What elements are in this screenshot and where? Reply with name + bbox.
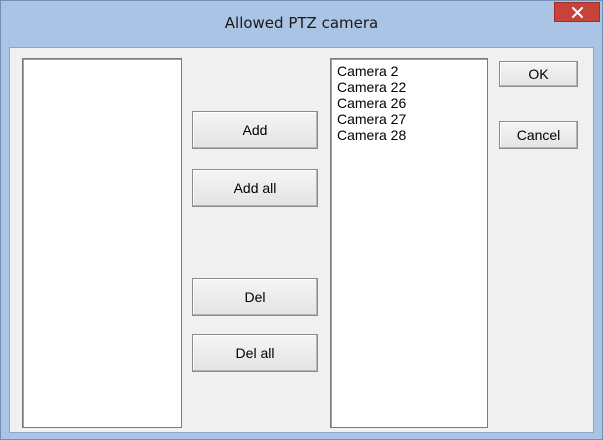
list-item[interactable]: Camera 22 — [337, 79, 487, 95]
add-all-button-label: Add all — [233, 180, 277, 196]
add-all-button[interactable]: Add all — [192, 169, 318, 207]
close-button[interactable] — [554, 2, 600, 22]
ok-button[interactable]: OK — [499, 61, 578, 87]
list-item[interactable]: Camera 2 — [337, 63, 487, 79]
add-button[interactable]: Add — [192, 111, 318, 149]
list-item[interactable]: Camera 27 — [337, 111, 487, 127]
del-all-button[interactable]: Del all — [192, 334, 318, 372]
del-button-label: Del — [244, 289, 266, 305]
add-button-label: Add — [242, 122, 268, 138]
title-bar[interactable]: Allowed PTZ camera — [1, 1, 602, 47]
window-title: Allowed PTZ camera — [224, 14, 379, 32]
cancel-button[interactable]: Cancel — [499, 121, 578, 149]
ok-button-label: OK — [528, 66, 549, 82]
allowed-cameras-list[interactable]: Camera 2 Camera 22 Camera 26 Camera 27 C… — [330, 58, 488, 428]
dialog-window: Allowed PTZ camera Add Add all Del Del a… — [0, 0, 603, 440]
list-item[interactable]: Camera 28 — [337, 127, 487, 143]
available-cameras-list[interactable] — [22, 58, 182, 428]
list-item[interactable]: Camera 26 — [337, 95, 487, 111]
del-all-button-label: Del all — [235, 345, 275, 361]
del-button[interactable]: Del — [192, 278, 318, 316]
dialog-body: Add Add all Del Del all Camera 2 Camera … — [9, 47, 594, 433]
close-icon — [572, 7, 583, 18]
cancel-button-label: Cancel — [516, 127, 561, 143]
